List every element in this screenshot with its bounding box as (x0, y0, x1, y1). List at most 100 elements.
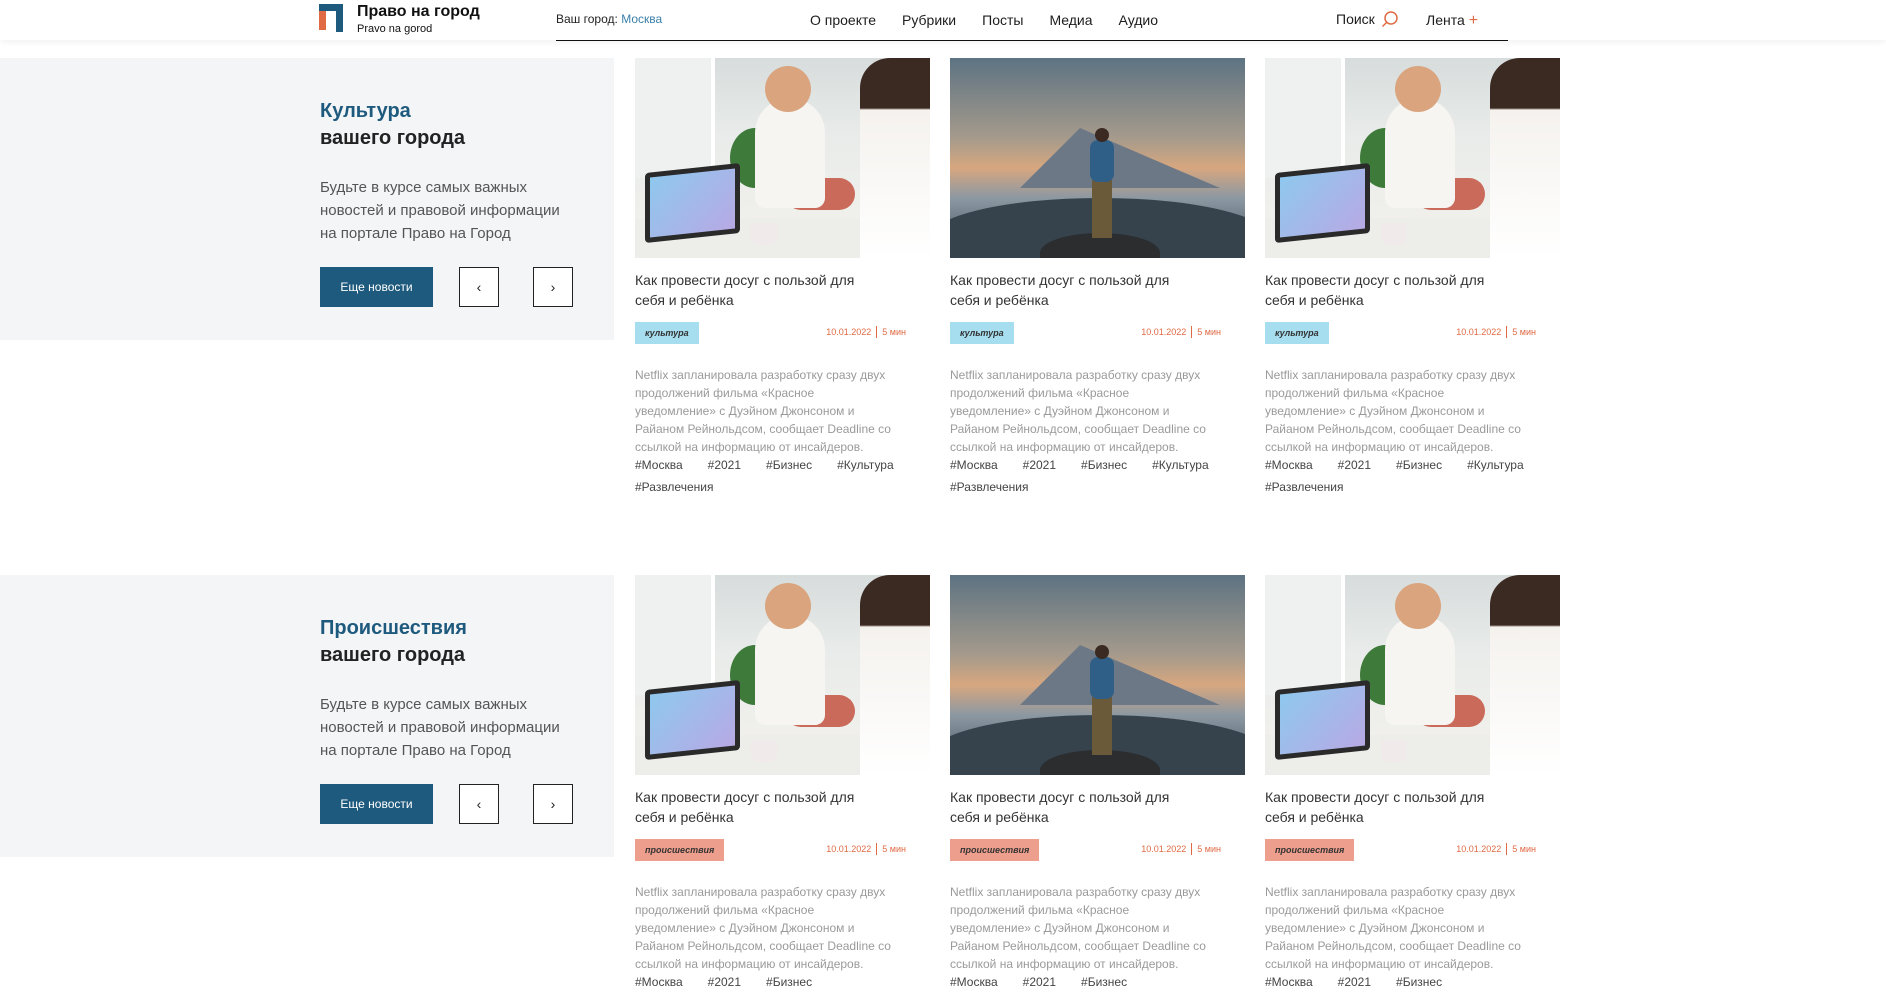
news-card[interactable]: Как провести досуг с пользой для себя и … (950, 58, 1245, 494)
news-card[interactable]: Как провести досуг с пользой для себя и … (635, 575, 930, 989)
more-news-button[interactable]: Еще новости (320, 267, 433, 307)
hashtag[interactable]: #Москва (635, 454, 683, 476)
category-tag[interactable]: происшествия (635, 839, 725, 861)
card-excerpt: Netflix запланировала разработку сразу д… (635, 885, 891, 971)
nav-item-posts[interactable]: Посты (982, 12, 1023, 28)
hashtag[interactable]: #2021 (1023, 454, 1056, 476)
card-hashtags: #Москва #2021 #Бизнес #Культура #Развлеч… (635, 454, 895, 498)
search-button[interactable]: Поиск (1336, 10, 1399, 28)
hashtag[interactable]: #Бизнес (1081, 971, 1127, 993)
hashtag[interactable]: #Бизнес (766, 454, 812, 476)
category-tag[interactable]: культура (950, 322, 1014, 344)
card-title[interactable]: Как провести досуг с пользой для себя и … (635, 270, 885, 310)
card-title[interactable]: Как провести досуг с пользой для себя и … (950, 270, 1200, 310)
section-description: Будьте в курсе самых важных новостей и п… (320, 179, 560, 242)
hashtag[interactable]: #Бизнес (1396, 971, 1442, 993)
hashtag[interactable]: #Развлечения (635, 476, 713, 498)
hashtag[interactable]: #Москва (635, 971, 683, 993)
card-excerpt: Netflix запланировала разработку сразу д… (1265, 368, 1521, 454)
search-label: Поиск (1336, 11, 1375, 27)
next-arrow-button[interactable]: › (533, 784, 573, 824)
search-icon (1381, 11, 1398, 28)
kid-tablet-photo[interactable] (635, 575, 930, 775)
section-title: Происшествия вашего города (320, 615, 467, 669)
hashtag[interactable]: #Развлечения (1265, 476, 1343, 498)
mountain-man-photo[interactable] (950, 575, 1245, 775)
site-logo[interactable]: Право на город Pravo na gorod (319, 4, 480, 36)
nav-item-audio[interactable]: Аудио (1119, 12, 1159, 28)
card-excerpt: Netflix запланировала разработку сразу д… (950, 885, 1206, 971)
city-value[interactable]: Москва (621, 12, 662, 26)
section-title-line1: Происшествия (320, 617, 467, 639)
card-read-time: 5 мин (1197, 327, 1221, 337)
section-title-line1: Культура (320, 100, 411, 122)
kid-tablet-photo[interactable] (1265, 575, 1560, 775)
hashtag[interactable]: #Бизнес (766, 971, 812, 993)
city-selector[interactable]: Ваш город: Москва (556, 12, 662, 26)
card-hashtags: #Москва #2021 #Бизнес (950, 971, 1210, 993)
card-meta: 10.01.2022 5 мин (826, 843, 906, 855)
hashtag[interactable]: #2021 (708, 454, 741, 476)
hashtag[interactable]: #Москва (950, 454, 998, 476)
nav-item-rubrics[interactable]: Рубрики (902, 12, 956, 28)
nav-item-media[interactable]: Медиа (1049, 12, 1092, 28)
prev-arrow-button[interactable]: ‹ (459, 784, 499, 824)
next-arrow-button[interactable]: › (533, 267, 573, 307)
logo-title: Право на город (357, 3, 480, 20)
card-meta: 10.01.2022 5 мин (1141, 843, 1221, 855)
card-date: 10.01.2022 (1141, 844, 1187, 854)
card-excerpt: Netflix запланировала разработку сразу д… (1265, 885, 1521, 971)
card-date: 10.01.2022 (826, 844, 872, 854)
card-meta: 10.01.2022 5 мин (1456, 843, 1536, 855)
logo-subtitle: Pravo na gorod (357, 23, 433, 35)
card-date: 10.01.2022 (826, 327, 872, 337)
card-excerpt: Netflix запланировала разработку сразу д… (635, 368, 891, 454)
hashtag[interactable]: #Развлечения (950, 476, 1028, 498)
card-hashtags: #Москва #2021 #Бизнес (635, 971, 895, 993)
news-card[interactable]: Как провести досуг с пользой для себя и … (635, 58, 930, 494)
more-news-button[interactable]: Еще новости (320, 784, 433, 824)
kid-tablet-photo[interactable] (1265, 58, 1560, 258)
news-card[interactable]: Как провести досуг с пользой для себя и … (1265, 575, 1560, 989)
card-title[interactable]: Как провести досуг с пользой для себя и … (950, 787, 1200, 827)
card-date: 10.01.2022 (1456, 844, 1502, 854)
hashtag[interactable]: #Москва (1265, 971, 1313, 993)
mountain-man-photo[interactable] (950, 58, 1245, 258)
card-read-time: 5 мин (882, 844, 906, 854)
feed-button[interactable]: Лента + (1426, 12, 1478, 30)
card-meta: 10.01.2022 5 мин (1141, 326, 1221, 338)
hashtag[interactable]: #2021 (708, 971, 741, 993)
hashtag[interactable]: #Бизнес (1081, 454, 1127, 476)
hashtag[interactable]: #Культура (1467, 454, 1524, 476)
card-title[interactable]: Как провести досуг с пользой для себя и … (1265, 270, 1515, 310)
news-card[interactable]: Как провести досуг с пользой для себя и … (1265, 58, 1560, 494)
card-read-time: 5 мин (1197, 844, 1221, 854)
hashtag[interactable]: #Москва (1265, 454, 1313, 476)
chevron-left-icon: ‹ (476, 279, 482, 295)
card-read-time: 5 мин (1512, 844, 1536, 854)
news-card[interactable]: Как провести досуг с пользой для себя и … (950, 575, 1245, 989)
kid-tablet-photo[interactable] (635, 58, 930, 258)
prev-arrow-button[interactable]: ‹ (459, 267, 499, 307)
category-tag[interactable]: происшествия (1265, 839, 1355, 861)
card-title[interactable]: Как провести досуг с пользой для себя и … (635, 787, 885, 827)
city-label: Ваш город: (556, 12, 618, 26)
hashtag[interactable]: #Культура (837, 454, 894, 476)
hashtag[interactable]: #2021 (1338, 971, 1371, 993)
section-title: Культура вашего города (320, 98, 465, 152)
hashtag[interactable]: #Культура (1152, 454, 1209, 476)
hashtag[interactable]: #2021 (1338, 454, 1371, 476)
card-title[interactable]: Как провести досуг с пользой для себя и … (1265, 787, 1515, 827)
hashtag[interactable]: #Москва (950, 971, 998, 993)
section-description: Будьте в курсе самых важных новостей и п… (320, 696, 560, 759)
hashtag[interactable]: #2021 (1023, 971, 1056, 993)
category-tag[interactable]: культура (1265, 322, 1329, 344)
chevron-right-icon: › (550, 796, 556, 812)
category-tag[interactable]: культура (635, 322, 699, 344)
nav-item-about[interactable]: О проекте (810, 12, 876, 28)
category-tag[interactable]: происшествия (950, 839, 1040, 861)
card-read-time: 5 мин (1512, 327, 1536, 337)
card-meta: 10.01.2022 5 мин (1456, 326, 1536, 338)
card-date: 10.01.2022 (1141, 327, 1187, 337)
hashtag[interactable]: #Бизнес (1396, 454, 1442, 476)
